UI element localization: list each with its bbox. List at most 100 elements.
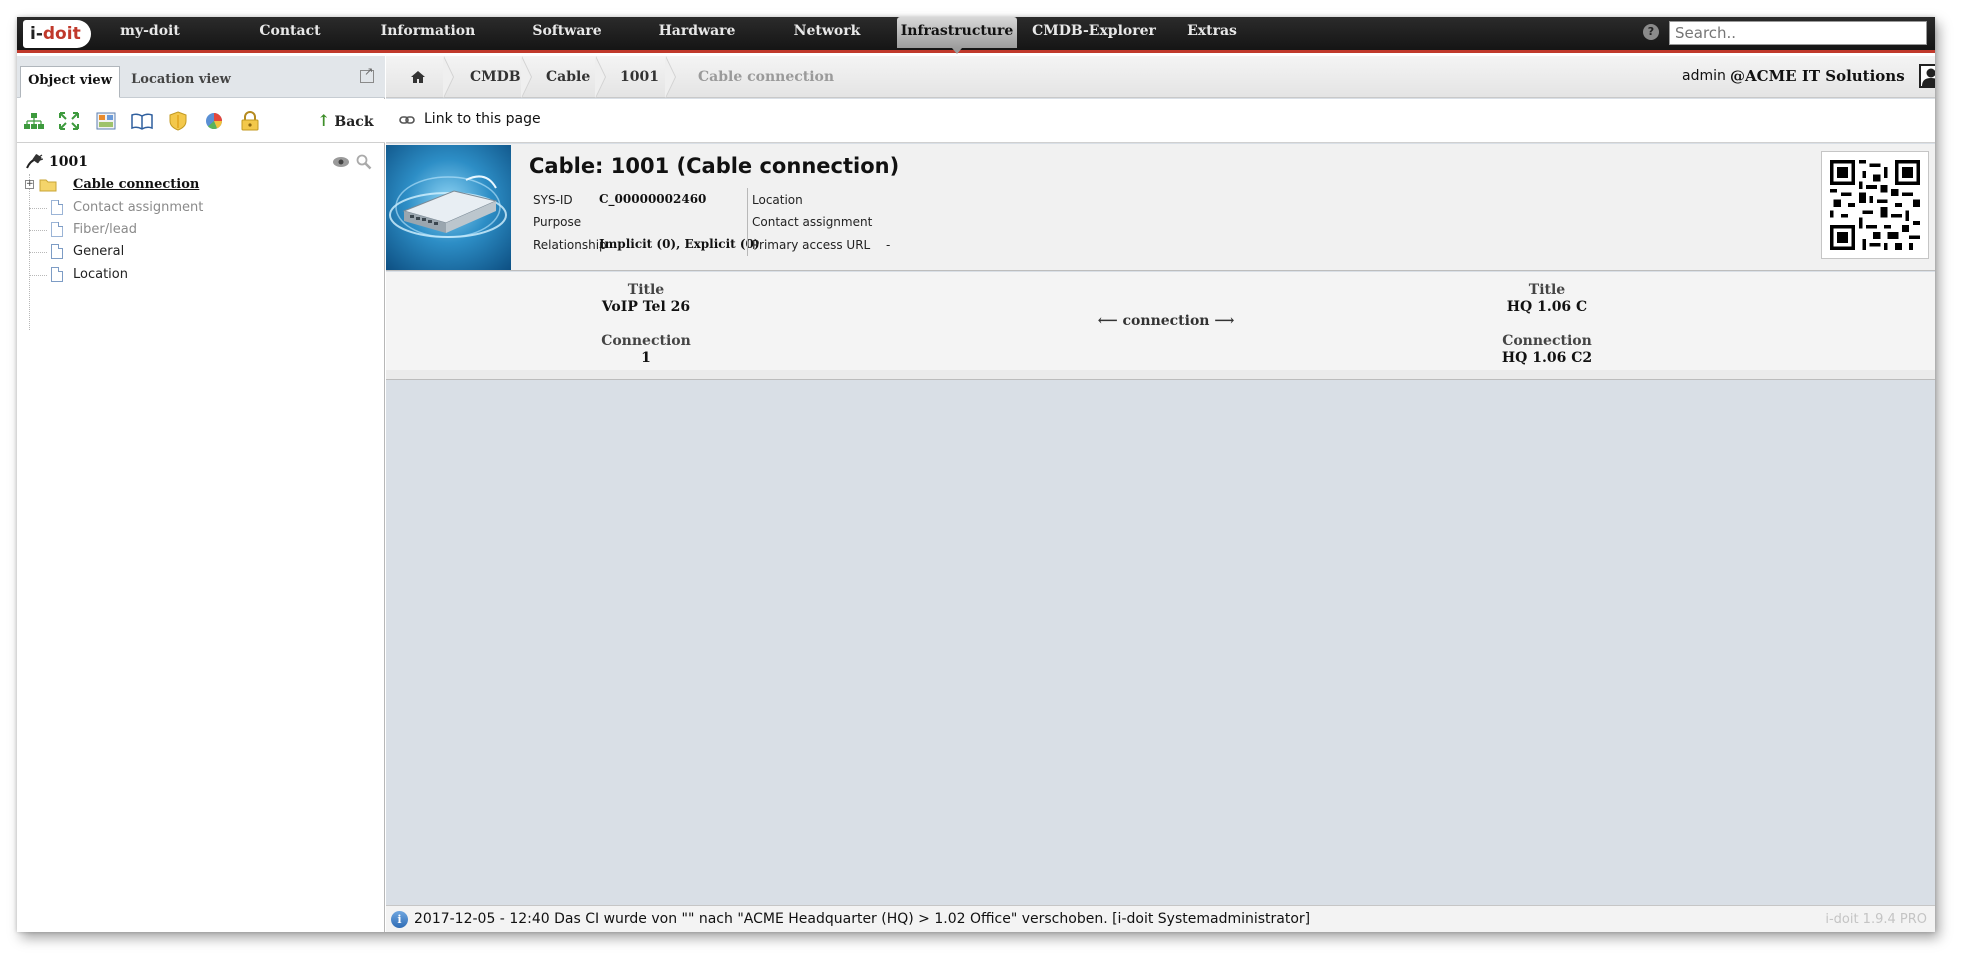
document-icon (51, 200, 63, 215)
right-title-label: Title (1528, 282, 1566, 298)
object-title: Cable: 1001 (Cable connection) (529, 154, 900, 178)
breadcrumb-current: Cable connection (698, 69, 835, 85)
lock-icon[interactable] (239, 111, 261, 131)
nav-software[interactable]: Software (517, 17, 617, 50)
meta-value-sysid: C_00000002460 (599, 192, 707, 206)
eye-icon[interactable] (332, 156, 350, 168)
home-icon[interactable] (410, 70, 426, 84)
user-avatar-icon (1922, 68, 1935, 86)
switch-image-icon (389, 175, 507, 238)
popout-icon[interactable] (360, 65, 374, 83)
tree-connector (29, 275, 47, 276)
link-bar: Link to this page (386, 99, 1935, 143)
tree-item-contact-assignment[interactable]: Contact assignment (51, 198, 204, 218)
folder-icon (39, 179, 57, 192)
search-input[interactable] (1669, 21, 1927, 45)
breadcrumb: CMDB Cable 1001 Cable connection admin @… (386, 56, 1935, 98)
connection-arrow-label: ⟵ connection ⟶ (1097, 313, 1235, 329)
breadcrumb-separator (443, 56, 456, 98)
meta-label-primary-url: Primary access URL (752, 238, 871, 252)
nav-network[interactable]: Network (777, 17, 877, 50)
left-title-label: Title (627, 282, 665, 298)
status-message: 2017-12-05 - 12:40 Das CI wurde von "" n… (414, 911, 1311, 927)
nav-cmdb-explorer[interactable]: CMDB-Explorer (1029, 17, 1159, 50)
version-label: i-doit 1.9.4 PRO (1825, 912, 1927, 927)
meta-value-primary-url: - (886, 238, 891, 252)
back-label: Back (334, 114, 374, 130)
avatar[interactable] (1919, 64, 1935, 88)
help-icon[interactable]: ? (1643, 24, 1659, 40)
info-icon: i (391, 911, 408, 928)
expand-icon[interactable] (58, 111, 80, 131)
meta-label-contact-assignment: Contact assignment (752, 215, 873, 229)
nav-infrastructure[interactable]: Infrastructure (897, 17, 1017, 54)
nav-extras[interactable]: Extras (1177, 17, 1247, 50)
user-company[interactable]: @ACME IT Solutions (1730, 67, 1905, 85)
object-type-image (386, 145, 511, 270)
left-panel: Object view Location view ↗ ↑ Back 1001 … (17, 56, 385, 932)
qr-code-icon (1830, 160, 1920, 250)
right-connection-label: Connection (1502, 333, 1592, 349)
main-content: CMDB Cable 1001 Cable connection admin @… (386, 56, 1935, 932)
book-icon[interactable] (131, 111, 153, 131)
cable-connection-panel: Title VoIP Tel 26 Connection 1 ⟵ connect… (386, 272, 1935, 380)
logo-text-prefix: i- (30, 24, 43, 44)
meta-label-purpose: Purpose (533, 215, 582, 229)
tree-item-fiber-lead[interactable]: Fiber/lead (51, 220, 137, 240)
shield-icon[interactable] (167, 111, 189, 131)
tab-object-view[interactable]: Object view (20, 66, 120, 98)
view-tabs: Object view Location view (17, 56, 385, 98)
document-icon (51, 267, 63, 282)
left-title-value[interactable]: VoIP Tel 26 (496, 299, 796, 315)
nav-my-doit[interactable]: my-doit (95, 17, 205, 50)
tree-root-label[interactable]: 1001 (49, 152, 88, 172)
tree-item-label: Location (73, 267, 128, 282)
tree-item-label: Fiber/lead (73, 222, 137, 237)
tree-item-location[interactable]: Location (51, 265, 128, 285)
object-header: Cable: 1001 (Cable connection) SYS-ID C_… (386, 144, 1935, 271)
right-title-value[interactable]: HQ 1.06 C (1397, 299, 1697, 315)
breadcrumb-separator (595, 56, 608, 98)
document-icon (51, 222, 63, 237)
left-connection-label: Connection (601, 333, 691, 349)
qr-code[interactable] (1821, 151, 1929, 259)
breadcrumb-cmdb[interactable]: CMDB (470, 56, 521, 98)
idoit-logo[interactable]: i-doit (23, 20, 91, 48)
right-connection-value: HQ 1.06 C2 (1501, 350, 1593, 366)
tab-location-view[interactable]: Location view (123, 66, 239, 98)
left-toolbar: ↑ Back (17, 99, 385, 143)
pie-chart-icon[interactable] (203, 111, 225, 131)
search-icon[interactable] (356, 154, 372, 170)
app-window: i-doit my-doit Contact Information Softw… (17, 17, 1935, 932)
tree-item-label: Contact assignment (73, 200, 204, 215)
breadcrumb-cable[interactable]: Cable (546, 56, 590, 98)
tree-connector (29, 252, 47, 253)
nav-contact[interactable]: Contact (245, 17, 335, 50)
tree-connector (29, 208, 47, 209)
meta-value-relationship[interactable]: Implicit (0), Explicit (0) (599, 237, 760, 251)
link-to-page[interactable]: Link to this page (424, 111, 541, 127)
back-button[interactable]: ↑ Back (317, 110, 374, 132)
nav-information[interactable]: Information (373, 17, 483, 50)
back-arrow-icon: ↑ (317, 111, 331, 130)
tree-expand-toggle[interactable]: + (25, 180, 34, 189)
tree-item-label: General (73, 244, 125, 259)
cable-icon (26, 154, 43, 169)
breadcrumb-separator (521, 56, 534, 98)
tree-view-icon[interactable] (23, 111, 45, 131)
breadcrumb-object[interactable]: 1001 (620, 56, 659, 98)
link-icon (399, 116, 415, 124)
status-bar: i 2017-12-05 - 12:40 Das CI wurde von ""… (386, 905, 1935, 932)
dashboard-icon[interactable] (95, 111, 117, 131)
tree-item-cable-connection[interactable]: Cable connection (73, 175, 199, 195)
breadcrumb-separator (665, 56, 678, 98)
tree-connector (29, 230, 47, 231)
logo-text-main: doit (42, 24, 81, 44)
meta-label-sysid: SYS-ID (533, 193, 573, 207)
meta-label-relationship: Relationship (533, 238, 607, 252)
top-navigation: i-doit my-doit Contact Information Softw… (17, 17, 1935, 54)
nav-hardware[interactable]: Hardware (647, 17, 747, 50)
user-name[interactable]: admin (1682, 68, 1726, 84)
document-icon (51, 244, 63, 259)
tree-item-general[interactable]: General (51, 242, 125, 262)
